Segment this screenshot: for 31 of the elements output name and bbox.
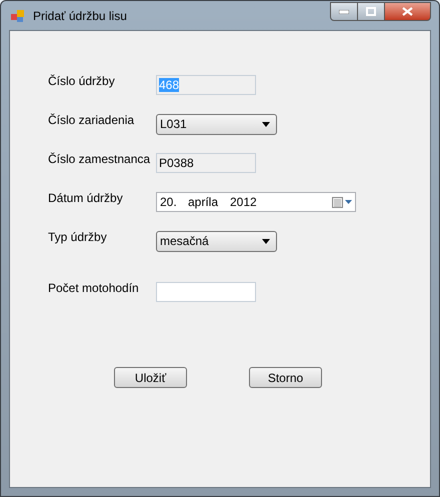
minimize-button[interactable] xyxy=(330,2,358,21)
dropdown-caret-icon xyxy=(262,238,270,244)
field-value: P0388 xyxy=(159,155,194,172)
dropdown-value: mesačná xyxy=(160,233,209,250)
field-value: 468 xyxy=(159,78,180,92)
dropdown-caret-icon xyxy=(262,122,270,126)
maximize-button[interactable] xyxy=(358,2,384,21)
dialog-button[interactable]: Storno xyxy=(249,367,322,388)
date-month: apríla xyxy=(188,194,220,211)
close-icon xyxy=(402,7,413,16)
dropdown-value: L031 xyxy=(160,116,187,133)
dialog-button[interactable]: Uložiť xyxy=(114,367,187,388)
field-label: Dátum údržby xyxy=(48,191,124,205)
date-day: 20. xyxy=(160,193,188,211)
text-field[interactable]: P0388 xyxy=(156,153,256,173)
text-field[interactable] xyxy=(156,282,256,302)
field-label: Číslo zamestnanca xyxy=(48,152,152,166)
window-title: Pridať údržbu lisu xyxy=(33,8,127,24)
field-label: Typ údržby xyxy=(48,230,108,244)
date-picker[interactable]: 20. apríla 2012 xyxy=(156,192,356,212)
dropdown[interactable]: L031 xyxy=(156,114,277,134)
close-button[interactable] xyxy=(384,2,431,21)
app-icon xyxy=(11,10,25,22)
field-label: Počet motohodín xyxy=(48,281,140,295)
calendar-dropdown-icon[interactable] xyxy=(332,196,352,208)
maximize-icon xyxy=(366,7,376,16)
date-year: 2012 xyxy=(230,194,257,211)
minimize-icon xyxy=(339,10,349,14)
field-label: Číslo údržby xyxy=(48,74,116,88)
dropdown[interactable]: mesačná xyxy=(156,230,277,252)
field-label: Číslo zariadenia xyxy=(48,113,136,127)
